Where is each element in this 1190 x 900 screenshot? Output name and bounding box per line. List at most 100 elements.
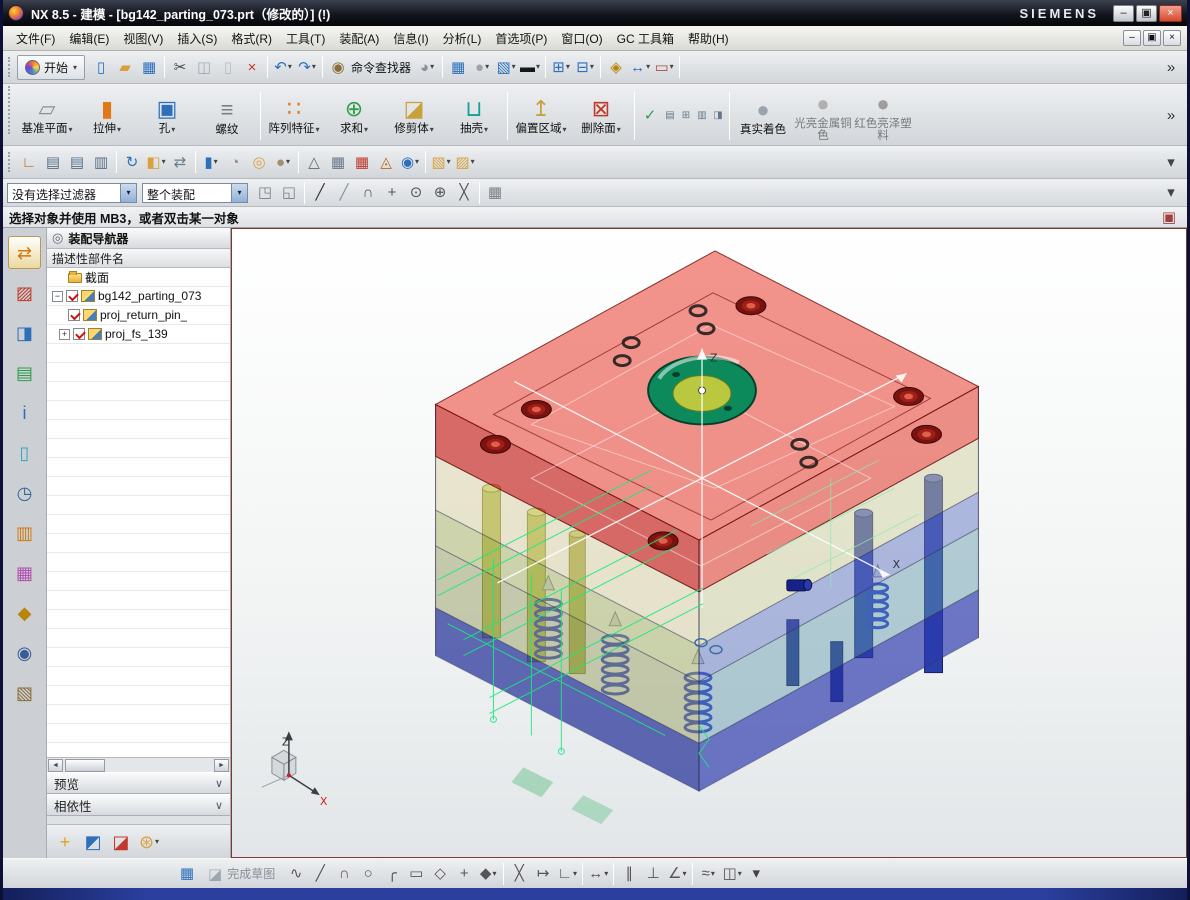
history-palette-tab-icon[interactable]: ▯ — [8, 436, 41, 469]
open-folder-icon[interactable]: ▰ — [113, 55, 137, 79]
sync-b-icon[interactable]: ⊞ — [678, 108, 694, 123]
quick-extend-icon[interactable]: ↦ — [531, 862, 555, 886]
features-overflow-icon[interactable]: » — [1159, 104, 1183, 128]
tree-node-fs[interactable]: + proj_fs_139 — [47, 325, 230, 344]
circle-icon[interactable]: ○ — [356, 862, 380, 886]
shell-button[interactable]: ⊔ 抽壳▾ — [444, 94, 504, 137]
delete-face-button[interactable]: ⊠ 删除面▾ — [571, 94, 631, 137]
checkbox-checked[interactable] — [73, 328, 85, 340]
tree-node-sections[interactable]: 截面 — [47, 268, 230, 287]
shaded-view-icon[interactable]: ● ▾ — [470, 55, 494, 79]
synchronous-check-icon[interactable]: ✓ — [638, 104, 662, 128]
scrollbar-thumb[interactable] — [65, 758, 105, 772]
menu-item-11[interactable]: GC 工具箱 — [610, 27, 681, 50]
palette-colors-tab-icon[interactable]: ▦ — [8, 556, 41, 589]
snap-orient-icon[interactable]: ◈ — [604, 55, 628, 79]
snap-midpoint-icon[interactable]: ╱ — [332, 181, 356, 205]
horizontal-scrollbar[interactable]: ◄ ► — [47, 757, 230, 772]
mirror-assembly-icon[interactable]: ◩ — [79, 828, 107, 856]
layer-settings-icon[interactable]: ▤ — [41, 150, 65, 174]
constraint-navigator-tab-icon[interactable]: ▨ — [8, 276, 41, 309]
notes-tab-icon[interactable]: ▧ — [8, 676, 41, 709]
menu-item-4[interactable]: 格式(R) — [224, 27, 279, 50]
make-corner-icon[interactable]: ∟ ▾ — [555, 862, 579, 886]
assembly-navigator-tab-icon[interactable]: ⇄ — [8, 236, 41, 269]
perpendicular-constraint-icon[interactable]: ⊥ — [641, 862, 665, 886]
edit-object-display-icon[interactable]: ◔ — [223, 150, 247, 174]
layer-category-icon[interactable]: ▥ — [89, 150, 113, 174]
menu-item-0[interactable]: 文件(F) — [9, 27, 62, 50]
add-component-icon[interactable]: + — [51, 828, 79, 856]
parallel-constraint-icon[interactable]: ∥ — [617, 862, 641, 886]
sketch-grid-icon[interactable]: ▦ — [175, 862, 199, 886]
red-plastic-shading-button[interactable]: ● 红色亮泽塑料 — [853, 89, 913, 143]
triangle-tool-icon[interactable]: △ — [302, 150, 326, 174]
cut-icon[interactable]: ✂ — [168, 55, 192, 79]
menu-item-6[interactable]: 装配(A) — [332, 27, 386, 50]
polygon-icon[interactable]: ◇ — [428, 862, 452, 886]
view-layout-icon[interactable]: ▦ — [446, 55, 470, 79]
dimension-tool-icon[interactable]: ▭ ▾ — [652, 55, 676, 79]
dependencies-section-header[interactable]: 相依性 ∨ — [47, 794, 230, 816]
fillet-icon[interactable]: ╭ — [380, 862, 404, 886]
pattern-feature-button[interactable]: ∷ 阵列特征▾ — [264, 94, 324, 137]
toolbar1-overflow-icon[interactable]: » — [1159, 55, 1183, 79]
sync-d-icon[interactable]: ◨ — [710, 108, 726, 123]
orient-view-icon[interactable]: ◧ ▾ — [144, 150, 168, 174]
snap-point-icon[interactable]: + — [380, 181, 404, 205]
sketch-overflow-icon[interactable]: ▾ — [744, 862, 768, 886]
flip-display-icon[interactable]: ◪ — [107, 828, 135, 856]
offset-region-button[interactable]: ↥ 偏置区域▾ — [511, 94, 571, 137]
selection-filter-combo[interactable]: 没有选择过滤器 ▾ — [7, 182, 137, 203]
view-cube-icon[interactable]: ▧ ▾ — [494, 55, 518, 79]
snap-grid-icon[interactable]: ▦ — [483, 181, 507, 205]
navigator-column-header[interactable]: 描述性部件名 — [47, 249, 230, 268]
combo-arrow-icon[interactable]: ▾ — [120, 183, 136, 202]
hole-button[interactable]: ▣ 孔▾ — [137, 94, 197, 137]
undo-icon[interactable]: ↶ ▾ — [271, 55, 295, 79]
move-object-icon[interactable]: ◎ — [247, 150, 271, 174]
material-sphere-icon[interactable]: ● ▾ — [271, 150, 295, 174]
save-icon[interactable]: ▦ — [137, 55, 161, 79]
sketch-curve-tool-icon[interactable]: ◕ ▾ — [415, 55, 439, 79]
window-tile-icon[interactable]: ⊟ ▾ — [573, 55, 597, 79]
menu-item-9[interactable]: 首选项(P) — [488, 27, 554, 50]
point-icon[interactable]: + — [452, 862, 476, 886]
new-file-icon[interactable]: ▯ — [89, 55, 113, 79]
scrollbar-track[interactable] — [63, 758, 214, 772]
assembly-gear-icon[interactable]: ⊛ ▾ — [135, 828, 163, 856]
scroll-right-icon[interactable]: ► — [214, 758, 229, 772]
deviation-gauge-icon[interactable]: ◬ — [374, 150, 398, 174]
tree-node-root[interactable]: − bg142_parting_073 — [47, 287, 230, 306]
toolbar-grip[interactable] — [8, 57, 13, 77]
checkbox-checked[interactable] — [68, 309, 80, 321]
snap-quadrant-icon[interactable]: ⊕ — [428, 181, 452, 205]
groups-tab-icon[interactable]: ◉ — [8, 636, 41, 669]
menu-item-5[interactable]: 工具(T) — [279, 27, 332, 50]
view-background-icon[interactable]: ▬ ▾ — [518, 55, 542, 79]
rotate-view-icon[interactable]: ↻ — [120, 150, 144, 174]
preview-section-header[interactable]: 预览 ∨ — [47, 772, 230, 794]
snap-endpoint-icon[interactable]: ╱ — [308, 181, 332, 205]
window-cascade-icon[interactable]: ⊞ ▾ — [549, 55, 573, 79]
hd3d-tool-tab-icon[interactable]: ◨ — [8, 316, 41, 349]
start-button[interactable]: 开始 ▾ — [17, 54, 86, 80]
udf-box-b-icon[interactable]: ▨ ▾ — [453, 150, 477, 174]
snap-intersection-icon[interactable]: ╳ — [452, 181, 476, 205]
minimize-button[interactable]: – — [1113, 4, 1134, 22]
select-solid-body-icon[interactable]: ◱ — [277, 181, 301, 205]
paste-icon[interactable]: ▯ — [216, 55, 240, 79]
tree-node-return-pin[interactable]: proj_return_pin_ — [47, 306, 230, 325]
select-solid-face-icon[interactable]: ◳ — [253, 181, 277, 205]
selection-overflow-icon[interactable]: ▾ — [1159, 181, 1183, 205]
spreadsheet-icon[interactable]: ▦ — [326, 150, 350, 174]
line-icon[interactable]: ╱ — [308, 862, 332, 886]
extrude-button[interactable]: ▮ 拉伸▾ — [77, 94, 137, 137]
rectangle-icon[interactable]: ▭ — [404, 862, 428, 886]
menu-item-1[interactable]: 编辑(E) — [62, 27, 116, 50]
toolbar3-overflow-icon[interactable]: ▾ — [1159, 150, 1183, 174]
restore-button[interactable]: ▣ — [1136, 4, 1157, 22]
view-triad[interactable]: Z X — [261, 731, 328, 808]
info-browser-tab-icon[interactable]: i — [8, 396, 41, 429]
close-button[interactable]: × — [1159, 4, 1182, 22]
